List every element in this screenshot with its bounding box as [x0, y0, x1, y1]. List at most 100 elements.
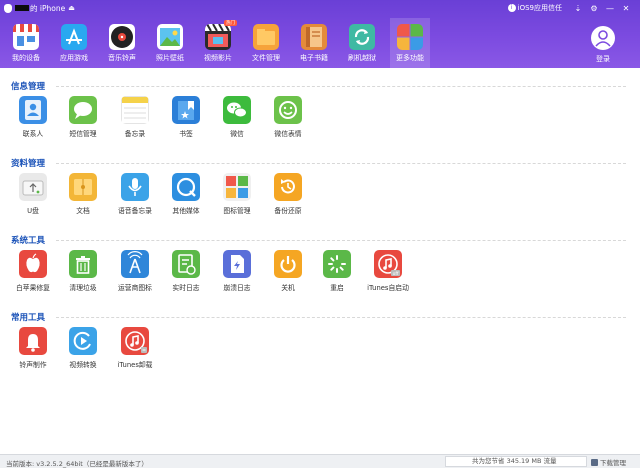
user-avatar-icon: [591, 26, 615, 50]
settings-icon[interactable]: ⚙: [586, 4, 602, 13]
app-store-icon: [61, 24, 87, 50]
contacts-icon: [19, 96, 47, 124]
section-divider: [56, 163, 626, 164]
ios-trust-button[interactable]: i iOS9应用信任: [507, 3, 562, 13]
item-notes[interactable]: 备忘录: [110, 96, 160, 156]
item-label: 视频转换: [69, 361, 97, 369]
item-restart[interactable]: 重启: [312, 250, 362, 310]
nav-video[interactable]: 热门 视频影片: [198, 18, 238, 68]
item-realtime-log[interactable]: 实时日志: [161, 250, 211, 310]
item-label: 运营商图标: [118, 284, 152, 292]
music-disc-icon: [109, 24, 135, 50]
item-voice-memos[interactable]: 语音备忘录: [110, 173, 160, 233]
item-carrier-icon[interactable]: 运营商图标: [110, 250, 160, 310]
item-ringtone-maker[interactable]: 铃声制作: [8, 327, 58, 387]
refresh-icon: [349, 24, 375, 50]
icon-manage-icon: [223, 173, 251, 201]
login-label: 登录: [596, 55, 610, 63]
item-other-media[interactable]: 其他媒体: [161, 173, 211, 233]
item-itunes-autostart[interactable]: off iTunes自启动: [363, 250, 413, 310]
features-panel: 信息管理 联系人 短信管理 备忘录 书签 微信 微信表情 资料管理 U盘 文档 …: [0, 68, 640, 454]
eject-icon[interactable]: ⏏: [68, 4, 75, 12]
item-contacts[interactable]: 联系人: [8, 96, 58, 156]
redacted-name: [15, 5, 29, 11]
restart-icon: [323, 250, 351, 278]
photo-icon: [157, 24, 183, 50]
sms-icon: [69, 96, 97, 124]
nav-my-device[interactable]: 我的设备: [6, 18, 46, 68]
nav-label: 文件管理: [252, 54, 280, 62]
book-icon: [301, 24, 327, 50]
microphone-icon: [121, 173, 149, 201]
item-clean-junk[interactable]: 清理垃圾: [58, 250, 108, 310]
folder-icon: [253, 24, 279, 50]
version-text: 当前版本: v3.2.5.2_64bit（已经是最新版本了）: [6, 460, 148, 468]
nav-apps-games[interactable]: 应用游戏: [54, 18, 94, 68]
nav-label: 刷机越狱: [348, 54, 376, 62]
nav-label: 电子书籍: [300, 54, 328, 62]
emoji-icon: [274, 96, 302, 124]
nav-flash-jailbreak[interactable]: 刷机越狱: [342, 18, 382, 68]
itunes-off-icon: off: [374, 250, 402, 278]
item-label: 微信: [230, 130, 244, 138]
item-label: 重启: [330, 284, 344, 292]
section-divider: [56, 317, 626, 318]
download-manager-button[interactable]: 下载管理: [591, 457, 626, 467]
device-name-label: 的 iPhone: [30, 3, 66, 13]
item-white-apple-fix[interactable]: 白苹果修复: [8, 250, 58, 310]
item-shutdown[interactable]: 关机: [263, 250, 313, 310]
item-video-convert[interactable]: 视频转换: [58, 327, 108, 387]
section-title-common: 常用工具: [11, 313, 46, 323]
item-icon-manager[interactable]: 图标管理: [212, 173, 262, 233]
item-bookmarks[interactable]: 书签: [161, 96, 211, 156]
login-button[interactable]: 登录: [590, 26, 616, 66]
svg-text:off: off: [393, 271, 400, 277]
nav-more-features[interactable]: 更多功能: [390, 18, 430, 68]
nav-label: 音乐铃声: [108, 54, 136, 62]
item-crash-log[interactable]: 崩溃日志: [212, 250, 262, 310]
minimize-icon[interactable]: —: [602, 4, 618, 13]
nav-ebooks[interactable]: 电子书籍: [294, 18, 334, 68]
section-divider: [56, 86, 626, 87]
arrow-down-icon[interactable]: ⇣: [570, 4, 586, 13]
item-label: iTunes自启动: [367, 284, 409, 292]
section-title-system: 系统工具: [11, 236, 46, 246]
item-backup-restore[interactable]: 备份还原: [263, 173, 313, 233]
title-bar: 的 iPhone ⏏ i iOS9应用信任 ⇣ ⚙ — ✕: [0, 0, 640, 16]
item-label: 实时日志: [172, 284, 200, 292]
item-label: 文档: [76, 207, 90, 215]
item-label: 清理垃圾: [69, 284, 97, 292]
nav-music[interactable]: 音乐铃声: [102, 18, 142, 68]
more-grid-icon: [397, 24, 423, 50]
section-title-info: 信息管理: [11, 82, 46, 92]
wechat-icon: [223, 96, 251, 124]
item-label: 语音备忘录: [118, 207, 152, 215]
top-header: 的 iPhone ⏏ i iOS9应用信任 ⇣ ⚙ — ✕ 我的设备 应用游戏: [0, 0, 640, 68]
trash-icon: [69, 250, 97, 278]
nav-files[interactable]: 文件管理: [246, 18, 286, 68]
item-wechat[interactable]: 微信: [212, 96, 262, 156]
nav-label: 照片壁纸: [156, 54, 184, 62]
item-sms[interactable]: 短信管理: [58, 96, 108, 156]
ios-trust-label: iOS9应用信任: [517, 4, 562, 12]
traffic-saved: 共为您节省 345.19 MB 流量: [445, 456, 587, 467]
item-label: 备份还原: [274, 207, 302, 215]
status-bar: 当前版本: v3.2.5.2_64bit（已经是最新版本了） 共为您节省 345…: [0, 454, 640, 468]
item-label: 书签: [179, 130, 193, 138]
item-itunes-uninstall[interactable]: iTunes卸载: [110, 327, 160, 387]
hot-badge: 热门: [224, 20, 237, 26]
nav-label: 我的设备: [12, 54, 40, 62]
nav-label: 视频影片: [204, 54, 232, 62]
media-icon: [172, 173, 200, 201]
item-label: iTunes卸载: [117, 361, 153, 369]
store-icon: [13, 24, 39, 50]
nav-photos[interactable]: 照片壁纸: [150, 18, 190, 68]
item-wechat-emoji[interactable]: 微信表情: [263, 96, 313, 156]
item-documents[interactable]: 文档: [58, 173, 108, 233]
item-label: 崩溃日志: [223, 284, 251, 292]
close-icon[interactable]: ✕: [618, 4, 634, 13]
power-icon: [274, 250, 302, 278]
item-usb[interactable]: U盘: [8, 173, 58, 233]
device-name[interactable]: 的 iPhone ⏏: [4, 2, 75, 14]
window-controls: i iOS9应用信任 ⇣ ⚙ — ✕: [507, 2, 634, 14]
